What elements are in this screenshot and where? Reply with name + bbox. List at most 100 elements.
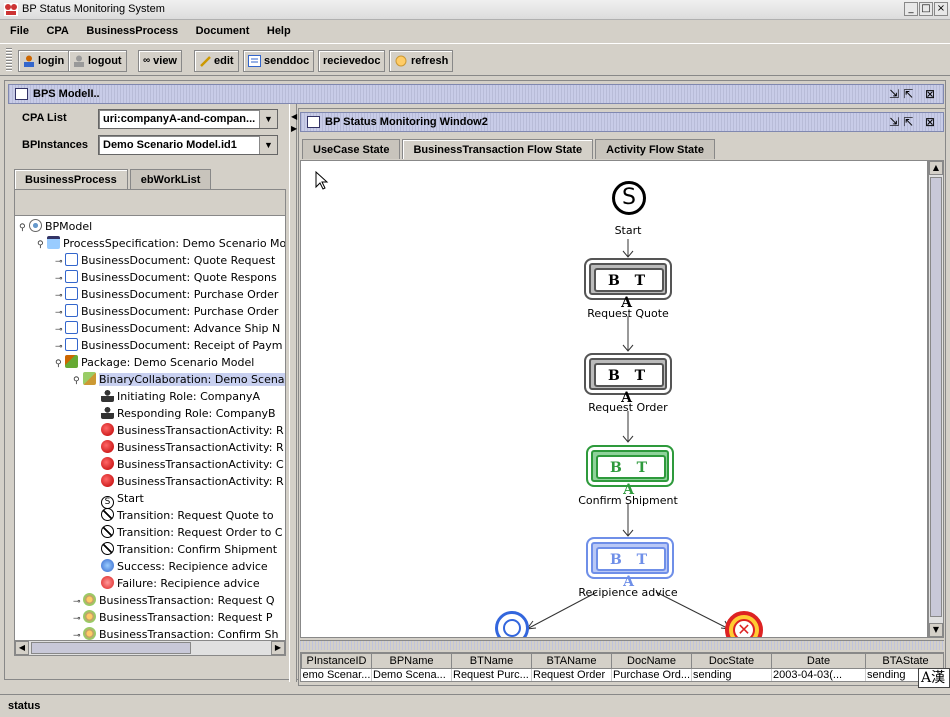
column-header[interactable]: DocName [611, 653, 692, 669]
tree-node[interactable]: ⚲ Package: Demo Scenario Model [55, 354, 254, 371]
flow-canvas[interactable]: S Start B T A Request Quote B T A Reques… [300, 160, 928, 638]
pencil-icon [200, 56, 211, 67]
tree-node[interactable]: Failure: Recipience advice [91, 575, 260, 592]
table-row[interactable]: emo Scenar... Demo Scena... Request Purc..… [301, 668, 943, 681]
tab-businessprocess[interactable]: BusinessProcess [14, 169, 128, 189]
scroll-down-icon[interactable]: ▼ [929, 623, 943, 637]
tree-node[interactable]: ⊸ BusinessTransaction: Request P [73, 609, 272, 626]
bps-model-frame-header[interactable]: BPS ModelI.. ⇲⇱ ⊠ [8, 84, 944, 104]
menu-cpa[interactable]: CPA [46, 21, 68, 41]
tree-node-label: Transition: Confirm Shipment [117, 543, 278, 556]
succ-icon [101, 559, 114, 572]
column-header[interactable]: Date [771, 653, 866, 669]
column-header[interactable]: BTName [451, 653, 532, 669]
tree-node[interactable]: ⚲ ProcessSpecification: Demo Scenario Mo [37, 235, 285, 254]
menu-businessprocess[interactable]: BusinessProcess [86, 21, 178, 41]
tree-node[interactable]: ⊸ BusinessDocument: Purchase Order [55, 303, 278, 320]
bta-node-request-quote[interactable]: B T A [584, 258, 672, 311]
business-process-tree[interactable]: ⚲ BPModel ⚲ ProcessSpecification: Demo Scen… [14, 215, 286, 655]
tree-node[interactable]: S Start [91, 490, 144, 509]
doc-icon [65, 270, 78, 283]
collapse-left-icon[interactable]: ◀ [291, 112, 297, 121]
recievedoc-button[interactable]: recievedoc [318, 50, 386, 72]
cpa-list-combo[interactable]: uri:companyA-and-compan... ▼ [98, 109, 278, 129]
bta-label-request-order: Request Order [588, 401, 668, 414]
bpinstances-combo[interactable]: Demo Scenario Model.id1 ▼ [98, 135, 278, 155]
tree-node[interactable]: Transition: Request Order to C [91, 524, 283, 541]
bta-node-recipience-advice[interactable]: B T A [586, 537, 674, 590]
tree-node-label: BusinessDocument: Quote Respons [81, 271, 277, 284]
tab-usecase-state[interactable]: UseCase State [302, 139, 401, 159]
view-button[interactable]: ∞ view [138, 50, 182, 72]
menu-file[interactable]: File [10, 21, 29, 41]
toolbar-grip[interactable] [6, 48, 12, 72]
scroll-thumb[interactable] [31, 642, 191, 654]
chevron-down-icon[interactable]: ▼ [259, 110, 277, 128]
tree-node[interactable]: BusinessTransactionActivity: R [91, 439, 284, 456]
tree-node[interactable]: Initiating Role: CompanyA [91, 388, 260, 405]
scroll-thumb[interactable] [930, 177, 942, 617]
tree-node[interactable]: ⊸ BusinessTransaction: Request Q [73, 592, 274, 609]
minimize-button[interactable]: _ [904, 2, 918, 16]
column-header[interactable]: BTAName [531, 653, 612, 669]
login-label: login [38, 55, 65, 67]
tree-toggle-icon[interactable]: ⚲ [19, 220, 29, 237]
tree-node[interactable]: ⚲ BPModel [19, 218, 92, 235]
frame-window-buttons[interactable]: ⇲⇱ ⊠ [889, 87, 939, 101]
column-header[interactable]: BPName [371, 653, 452, 669]
tree-node[interactable]: ⊸ BusinessDocument: Advance Ship N [55, 320, 280, 337]
refresh-button[interactable]: refresh [389, 50, 454, 72]
table-split-divider[interactable] [300, 640, 944, 650]
flow-vertical-scrollbar[interactable]: ▲ ▼ [928, 160, 944, 638]
tab-bt-flow-state[interactable]: BusinessTransaction Flow State [402, 139, 594, 159]
scroll-up-icon[interactable]: ▲ [929, 161, 943, 175]
tree-toggle-icon[interactable]: ⚲ [73, 373, 83, 390]
senddoc-button[interactable]: senddoc [243, 50, 315, 72]
tree-node[interactable]: ⊸ BusinessDocument: Purchase Order [55, 286, 278, 303]
tree-node[interactable]: BusinessTransactionActivity: C [91, 456, 284, 473]
column-header[interactable]: BTAState [865, 653, 943, 669]
user-icon [24, 55, 34, 68]
user-icon [74, 55, 84, 68]
tree-node[interactable]: ⊸ BusinessDocument: Receipt of Paym [55, 337, 282, 354]
tree-toggle-icon[interactable]: ⚲ [37, 237, 47, 254]
monitoring-window-header[interactable]: BP Status Monitoring Window2 ⇲⇱ ⊠ [300, 112, 944, 132]
menu-help[interactable]: Help [267, 21, 291, 41]
tree-node[interactable]: Transition: Request Quote to [91, 507, 274, 524]
tree-toggle-icon[interactable]: ⚲ [55, 356, 65, 373]
tab-ebworklist[interactable]: ebWorkList [129, 169, 212, 189]
expand-right-icon[interactable]: ▶ [291, 124, 297, 133]
edit-button[interactable]: edit [194, 50, 239, 72]
column-header[interactable]: PInstanceID [301, 653, 372, 669]
tree-node[interactable]: ⊸ BusinessDocument: Quote Request [55, 252, 275, 269]
bta-text: B T A [594, 268, 664, 311]
tree-node[interactable]: Success: Recipience advice [91, 558, 268, 575]
success-end-node[interactable] [495, 611, 529, 637]
instance-table[interactable]: PInstanceID BPName BTName BTAName DocName Doc… [300, 652, 944, 682]
tree-node[interactable]: Responding Role: CompanyB [91, 405, 276, 422]
bta-node-request-order[interactable]: B T A [584, 353, 672, 406]
column-header[interactable]: DocState [691, 653, 772, 669]
frame-window-buttons[interactable]: ⇲⇱ ⊠ [889, 115, 939, 129]
login-button[interactable]: login [18, 50, 70, 72]
tree-horizontal-scrollbar[interactable]: ◀ ▶ [14, 640, 286, 656]
logout-button[interactable]: logout [68, 50, 127, 72]
red-icon [101, 457, 114, 470]
maximize-button[interactable]: □ [919, 2, 933, 16]
scroll-right-icon[interactable]: ▶ [271, 641, 285, 655]
start-node[interactable]: S [612, 181, 646, 215]
tree-node[interactable]: ⊸ BusinessDocument: Quote Respons [55, 269, 277, 286]
scroll-left-icon[interactable]: ◀ [15, 641, 29, 655]
success-icon [503, 619, 521, 637]
tree-node[interactable]: BusinessTransactionActivity: R [91, 473, 284, 490]
menu-document[interactable]: Document [196, 21, 250, 41]
tree-node[interactable]: ⚲ BinaryCollaboration: Demo Scena [73, 371, 285, 388]
tab-activity-flow-state[interactable]: Activity Flow State [595, 139, 715, 159]
tree-node[interactable]: BusinessTransactionActivity: R [91, 422, 284, 439]
chevron-down-icon[interactable]: ▼ [259, 136, 277, 154]
close-button[interactable]: × [934, 2, 948, 16]
bta-node-confirm-shipment[interactable]: B T A [586, 445, 674, 498]
tree-node[interactable]: Transition: Confirm Shipment [91, 541, 277, 558]
split-pane-divider[interactable]: ◀ ▶ [289, 104, 297, 682]
ime-indicator[interactable]: A漢 [918, 668, 950, 688]
